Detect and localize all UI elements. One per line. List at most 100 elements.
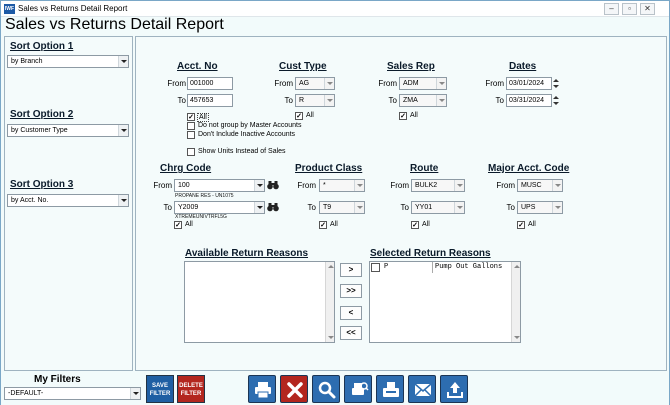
route-all-checkbox[interactable]: ✓ <box>411 221 419 229</box>
chevron-down-icon[interactable] <box>436 95 446 106</box>
chevron-down-icon[interactable] <box>254 202 264 213</box>
cancel-button[interactable] <box>280 375 308 403</box>
save-filter-line2: FILTER <box>149 391 171 397</box>
chevron-down-icon[interactable] <box>118 195 128 206</box>
delete-filter-line2: FILTER <box>180 391 202 397</box>
print-preview-icon <box>352 382 369 395</box>
close-window-button[interactable]: ✕ <box>640 3 655 15</box>
sales-rep-from-select[interactable]: ADM <box>399 77 447 90</box>
export-button[interactable] <box>440 375 468 403</box>
close-icon <box>287 382 303 398</box>
list-item[interactable]: P Pump Out Gallons <box>370 262 511 273</box>
chevron-down-icon[interactable] <box>454 180 464 191</box>
save-filter-button[interactable]: SAVE FILTER <box>146 375 174 403</box>
binoculars-icon[interactable] <box>267 202 279 212</box>
major-acct-from-select[interactable]: MUSC <box>517 179 563 192</box>
cust-type-from-select[interactable]: AG <box>295 77 335 90</box>
show-units-checkbox[interactable] <box>187 148 195 156</box>
delete-filter-button[interactable]: DELETE FILTER <box>177 375 205 403</box>
search-icon <box>318 381 336 399</box>
date-from-spinner[interactable] <box>553 77 559 90</box>
print-preview-button[interactable] <box>344 375 372 403</box>
dates-from-label: From <box>485 79 504 88</box>
list-item-checkbox[interactable] <box>371 263 380 272</box>
product-class-all-label: All <box>330 221 338 228</box>
no-group-master-checkbox[interactable] <box>187 122 195 130</box>
add-reason-button[interactable]: > <box>340 263 362 277</box>
reason-description: Pump Out Gallons <box>432 262 502 273</box>
available-reasons-list[interactable] <box>184 261 335 343</box>
acct-to-label: To <box>177 96 186 105</box>
date-from-input[interactable]: 03/01/2024 <box>506 77 552 90</box>
date-to-input[interactable]: 03/31/2024 <box>506 94 552 107</box>
major-acct-all-label: All <box>528 221 536 228</box>
scrollbar[interactable] <box>511 262 520 342</box>
minimize-button[interactable]: – <box>604 3 619 15</box>
scroll-down-icon[interactable] <box>327 334 334 341</box>
no-inactive-checkbox[interactable] <box>187 131 195 139</box>
chevron-down-icon[interactable] <box>130 388 140 399</box>
fax-icon <box>383 382 399 397</box>
sales-rep-all-checkbox[interactable]: ✓ <box>399 112 407 120</box>
fax-button[interactable] <box>376 375 404 403</box>
add-all-reasons-button[interactable]: >> <box>340 284 362 298</box>
scrollbar[interactable] <box>325 262 334 342</box>
print-button[interactable] <box>248 375 276 403</box>
acct-to-input[interactable]: 457653 <box>187 94 233 107</box>
chevron-down-icon[interactable] <box>324 78 334 89</box>
route-to-label: To <box>400 203 409 212</box>
sort-option-3-select[interactable]: by Acct. No. <box>7 194 129 207</box>
product-class-all-checkbox[interactable]: ✓ <box>319 221 327 229</box>
chevron-down-icon[interactable] <box>552 202 562 213</box>
product-class-from-select[interactable]: * <box>319 179 365 192</box>
cust-type-all-checkbox[interactable]: ✓ <box>295 112 303 120</box>
remove-reason-button[interactable]: < <box>340 306 362 320</box>
major-acct-to-label: To <box>506 203 515 212</box>
chevron-down-icon[interactable] <box>552 180 562 191</box>
chevron-down-icon[interactable] <box>324 95 334 106</box>
sales-rep-to-select[interactable]: ZMA <box>399 94 447 107</box>
sort-option-1-select[interactable]: by Branch <box>7 55 129 68</box>
chevron-down-icon[interactable] <box>354 180 364 191</box>
chevron-down-icon[interactable] <box>454 202 464 213</box>
sales-rep-all-label: All <box>410 112 418 119</box>
chrg-code-to-select[interactable]: Y2009 <box>174 201 265 214</box>
chevron-down-icon[interactable] <box>118 56 128 67</box>
email-button[interactable] <box>408 375 436 403</box>
cust-type-all-label: All <box>306 112 314 119</box>
my-filters-select[interactable]: -DEFAULT- <box>4 387 141 400</box>
acct-no-header: Acct. No <box>177 61 218 72</box>
title-bar: IWF Sales vs Returns Detail Report – ▫ ✕ <box>1 1 669 17</box>
sort-option-2-select[interactable]: by Customer Type <box>7 124 129 137</box>
preview-button[interactable] <box>312 375 340 403</box>
route-to-select[interactable]: YY01 <box>411 201 465 214</box>
selected-reasons-list[interactable]: P Pump Out Gallons <box>369 261 521 343</box>
chrg-code-all-checkbox[interactable]: ✓ <box>174 221 182 229</box>
cust-type-header: Cust Type <box>279 61 327 72</box>
acct-all-checkbox[interactable]: ✓ <box>187 113 195 121</box>
chrg-code-from-select[interactable]: 100 <box>174 179 265 192</box>
remove-all-reasons-button[interactable]: << <box>340 326 362 340</box>
chevron-down-icon[interactable] <box>436 78 446 89</box>
cust-type-to-select[interactable]: R <box>295 94 335 107</box>
scroll-down-icon[interactable] <box>513 334 520 341</box>
acct-all-label: All <box>197 113 209 122</box>
chevron-down-icon[interactable] <box>254 180 264 191</box>
no-inactive-label: Don't Include Inactive Accounts <box>198 131 296 138</box>
maximize-button[interactable]: ▫ <box>622 3 637 15</box>
my-filters-label: My Filters <box>34 374 81 385</box>
window-title: Sales vs Returns Detail Report <box>18 4 128 13</box>
scroll-up-icon[interactable] <box>513 263 520 270</box>
scroll-up-icon[interactable] <box>327 263 334 270</box>
route-from-select[interactable]: BULK2 <box>411 179 465 192</box>
acct-from-input[interactable]: 001000 <box>187 77 233 90</box>
chevron-down-icon[interactable] <box>354 202 364 213</box>
show-units-label: Show Units Instead of Sales <box>198 148 286 155</box>
dates-header: Dates <box>509 61 537 72</box>
date-to-spinner[interactable] <box>553 94 559 107</box>
major-acct-all-checkbox[interactable]: ✓ <box>517 221 525 229</box>
major-acct-to-select[interactable]: UPS <box>517 201 563 214</box>
binoculars-icon[interactable] <box>267 180 279 190</box>
chevron-down-icon[interactable] <box>118 125 128 136</box>
product-class-to-select[interactable]: T9 <box>319 201 365 214</box>
